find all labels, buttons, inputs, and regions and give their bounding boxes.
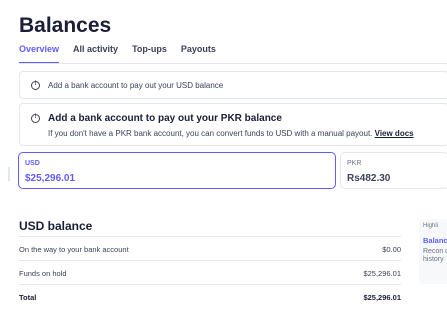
pkr-bank-notice: Add a bank account to pay out your PKR b… bbox=[19, 103, 447, 146]
view-docs-link[interactable]: View docs bbox=[375, 129, 414, 138]
balance-card-pkr[interactable]: PKR Rs482.30 bbox=[340, 152, 447, 189]
row-value: $25,296.01 bbox=[363, 293, 401, 302]
tab-all-activity[interactable]: All activity bbox=[73, 44, 118, 64]
table-row: On the way to your bank account $0.00 bbox=[19, 236, 401, 260]
highlight-tag: Highli bbox=[423, 223, 439, 229]
table-row: Funds on hold $25,296.01 bbox=[19, 260, 401, 284]
usd-notice-text: Add a bank account to pay out your USD b… bbox=[48, 81, 224, 90]
highlight-body: Recon downl history bbox=[423, 248, 447, 263]
row-value: $0.00 bbox=[382, 245, 401, 254]
tab-bar: Overview All activity Top-ups Payouts bbox=[19, 44, 216, 64]
tab-overview[interactable]: Overview bbox=[19, 44, 60, 64]
card-amount: $25,296.01 bbox=[25, 173, 76, 184]
tab-top-ups[interactable]: Top-ups bbox=[132, 44, 167, 64]
pkr-notice-title: Add a bank account to pay out your PKR b… bbox=[48, 113, 282, 124]
usd-balance-heading: USD balance bbox=[19, 219, 93, 233]
balance-card-usd[interactable]: USD $25,296.01 bbox=[18, 152, 336, 189]
row-value: $25,296.01 bbox=[363, 269, 401, 278]
info-circle-icon bbox=[31, 114, 40, 123]
card-currency: PKR bbox=[347, 160, 362, 167]
table-row-total: Total $25,296.01 bbox=[19, 284, 401, 308]
info-circle-icon bbox=[31, 81, 40, 90]
pkr-notice-text: If you don't have a PKR bank account, yo… bbox=[48, 129, 373, 138]
card-currency: USD bbox=[25, 160, 40, 167]
highlight-title[interactable]: Balanc bbox=[423, 236, 447, 245]
tabs-divider bbox=[19, 63, 447, 64]
row-label: Total bbox=[19, 293, 37, 302]
pkr-notice-body: If you don't have a PKR bank account, yo… bbox=[48, 129, 414, 138]
usd-bank-notice: Add a bank account to pay out your USD b… bbox=[19, 71, 447, 99]
usd-balance-table: On the way to your bank account $0.00 Fu… bbox=[19, 236, 401, 308]
side-indicator bbox=[8, 167, 10, 181]
tab-payouts[interactable]: Payouts bbox=[181, 44, 216, 64]
page-title: Balances bbox=[19, 14, 112, 37]
highlight-panel: Highli Balanc Recon downl history bbox=[419, 219, 447, 284]
row-label: On the way to your bank account bbox=[19, 245, 129, 254]
row-label: Funds on hold bbox=[19, 269, 67, 278]
card-amount: Rs482.30 bbox=[347, 173, 391, 184]
